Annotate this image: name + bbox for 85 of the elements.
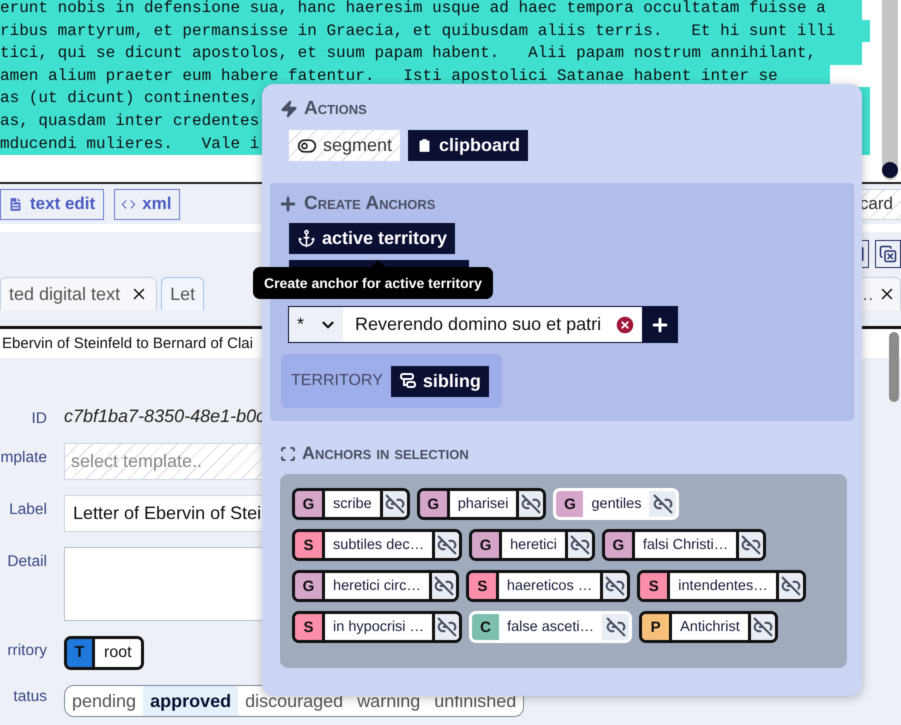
- status-option[interactable]: approved: [143, 686, 238, 716]
- anchor-chip[interactable]: G scribe: [292, 488, 410, 520]
- unlink-button[interactable]: [776, 573, 803, 599]
- unlink-icon: [780, 576, 801, 596]
- document-title: Ebervin of Steinfeld to Bernard of Clai: [2, 335, 253, 352]
- field-label: Label: [9, 500, 47, 519]
- anchor-type-letter: S: [295, 614, 322, 640]
- unlink-icon: [741, 535, 762, 555]
- anchor-input-group[interactable]: * Reverendo domino suo et patri: [288, 306, 678, 343]
- anchor-chip[interactable]: G gentiles: [553, 488, 680, 520]
- anchor-type-letter: G: [295, 491, 322, 517]
- anchor-type-letter: S: [468, 573, 496, 599]
- plus-icon: [278, 194, 298, 214]
- anchor-type-letter: S: [295, 532, 322, 558]
- field-label: mplate: [0, 448, 47, 467]
- unlink-button[interactable]: [428, 573, 456, 599]
- document-tab[interactable]: Let: [161, 277, 204, 310]
- anchor-chip[interactable]: G heretici circ…: [292, 570, 459, 602]
- field-label: tatus: [13, 687, 47, 706]
- unlink-icon: [570, 535, 590, 555]
- unlink-icon: [384, 494, 405, 514]
- anchor-chip[interactable]: G falsi Christi…: [602, 529, 766, 561]
- unlink-button[interactable]: [600, 573, 628, 599]
- territory-value: root: [95, 639, 141, 667]
- unlink-icon: [606, 617, 626, 637]
- plus-icon: [650, 314, 670, 334]
- field-label: Detail: [7, 552, 47, 571]
- clipboard-button[interactable]: clipboard: [408, 130, 528, 161]
- type-select[interactable]: *: [289, 307, 343, 342]
- anchor-chip[interactable]: S in hypocrisi …: [292, 611, 462, 643]
- close-copies-icon: [879, 245, 897, 263]
- anchor-chip[interactable]: S subtiles dec…: [292, 529, 462, 561]
- tooltip-arrow: [371, 260, 385, 267]
- territory-label: TERRITORY: [291, 372, 383, 390]
- anchor-type-letter: G: [472, 532, 500, 558]
- unlink-button[interactable]: [649, 491, 676, 517]
- document-tab[interactable]: ted digital text: [0, 277, 158, 310]
- scrollbar[interactable]: [882, 0, 898, 180]
- anchor-chip[interactable]: P Antichrist: [639, 611, 778, 643]
- anchor-type-letter: S: [640, 573, 668, 599]
- anchor-chip[interactable]: G heretici: [469, 529, 595, 561]
- clear-icon[interactable]: [614, 314, 636, 336]
- anchor-type-letter: C: [472, 614, 500, 640]
- bolt-icon: [280, 100, 298, 118]
- add-button[interactable]: [642, 307, 677, 342]
- selection-icon: [280, 446, 296, 462]
- scrollbar-thumb[interactable]: [889, 332, 899, 402]
- unlink-button[interactable]: [564, 532, 592, 558]
- territory-chip[interactable]: T root: [64, 636, 144, 670]
- unlink-icon: [434, 576, 454, 596]
- field-label: ID: [32, 409, 47, 428]
- anchor-chip[interactable]: S haereticos …: [466, 570, 630, 602]
- xml-button[interactable]: xml: [114, 188, 180, 220]
- anchor-chip[interactable]: C false asceti…: [469, 611, 632, 643]
- active-territory-button[interactable]: active territory: [289, 223, 456, 254]
- unlink-icon: [437, 535, 458, 555]
- territory-letter: T: [67, 639, 95, 667]
- unlink-button[interactable]: [380, 491, 407, 517]
- anchor-chip[interactable]: S intendentes…: [637, 570, 806, 602]
- scroll-handle[interactable]: [882, 162, 898, 178]
- anchor-type-letter: G: [604, 532, 632, 558]
- section-heading: Create Anchors: [304, 193, 436, 215]
- id-value: c7bf1ba7-8350-48e1-b0c: [64, 406, 266, 426]
- unlink-icon: [521, 494, 542, 514]
- unlink-button[interactable]: [432, 532, 460, 558]
- unlink-button[interactable]: [748, 614, 775, 640]
- text-edit-button[interactable]: text edit: [0, 188, 104, 220]
- field-label: rritory: [7, 641, 47, 660]
- anchor-type-letter: G: [420, 491, 447, 517]
- unlink-icon: [605, 576, 626, 596]
- anchor-type-letter: P: [642, 614, 670, 640]
- hierarchy-icon: [398, 372, 417, 390]
- anchor-type-letter: G: [295, 573, 322, 599]
- unlink-icon: [652, 494, 673, 514]
- sibling-button[interactable]: sibling: [390, 366, 489, 396]
- unlink-icon: [437, 617, 458, 637]
- unlink-button[interactable]: [602, 614, 630, 640]
- unlink-button[interactable]: [432, 614, 460, 640]
- unlink-button[interactable]: [736, 532, 764, 558]
- unlink-button[interactable]: [516, 491, 544, 517]
- close-all-button[interactable]: [875, 240, 901, 268]
- anchor-type-letter: G: [556, 491, 584, 517]
- anchor-chip[interactable]: G pharisei: [416, 488, 546, 520]
- unlink-icon: [752, 617, 773, 637]
- anchor-icon: [297, 229, 316, 248]
